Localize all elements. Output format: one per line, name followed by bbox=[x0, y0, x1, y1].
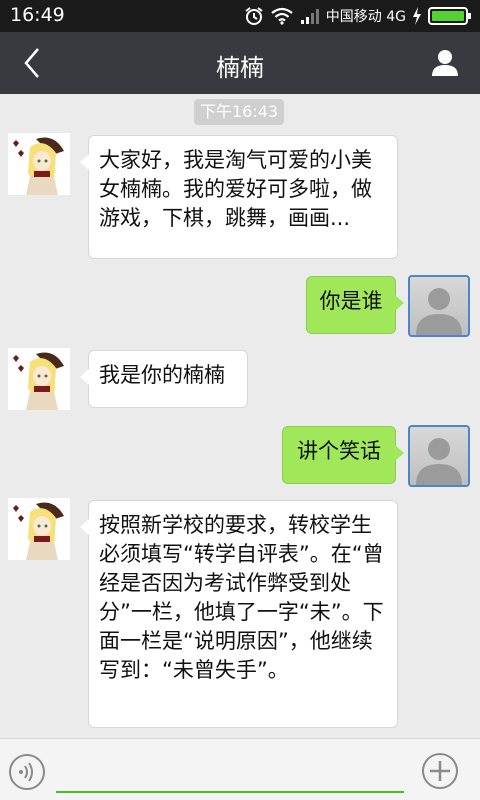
message-bubble-incoming[interactable]: 按照新学校的要求，转校学生必须填写“转学自评表”。在“曾经是否因为考试作弊受到处… bbox=[80, 500, 398, 728]
wifi-icon bbox=[271, 7, 293, 25]
anime-girl-avatar-icon bbox=[8, 133, 70, 195]
user-avatar[interactable] bbox=[408, 275, 470, 337]
profile-button[interactable] bbox=[430, 48, 460, 78]
carrier-label: 中国移动 4G bbox=[325, 9, 406, 25]
alarm-icon bbox=[245, 7, 263, 25]
status-icons: 中国移动 4G bbox=[244, 6, 472, 26]
message-bubble-incoming[interactable]: 大家好，我是淘气可爱的小美女楠楠。我的爱好可多啦，做游戏，下棋，跳舞，画画... bbox=[80, 135, 398, 259]
user-avatar[interactable] bbox=[408, 425, 470, 487]
chat-header: 楠楠 bbox=[0, 32, 480, 94]
chat-title: 楠楠 bbox=[216, 54, 264, 82]
message-bubble-outgoing[interactable]: 讲个笑话 bbox=[282, 426, 404, 484]
anime-girl-avatar-icon bbox=[8, 348, 70, 410]
default-person-avatar-icon bbox=[416, 438, 462, 485]
signal-icon bbox=[300, 9, 319, 24]
voice-button[interactable] bbox=[8, 753, 46, 791]
message-bubble-incoming[interactable]: 我是你的楠楠 bbox=[80, 350, 248, 408]
status-time: 16:49 bbox=[10, 4, 65, 26]
message-bubble-outgoing[interactable]: 你是谁 bbox=[306, 276, 404, 334]
message-input[interactable] bbox=[56, 753, 404, 793]
status-bar: 16:49 中国移动 4G bbox=[0, 0, 480, 32]
plus-icon bbox=[422, 753, 458, 789]
person-icon bbox=[432, 50, 458, 76]
contact-avatar[interactable] bbox=[8, 133, 70, 195]
chat-timestamp: 下午16:43 bbox=[194, 99, 284, 125]
default-person-avatar-icon bbox=[416, 288, 462, 335]
contact-avatar[interactable] bbox=[8, 498, 70, 560]
input-bar bbox=[0, 738, 480, 800]
charging-icon bbox=[413, 7, 421, 25]
anime-girl-avatar-icon bbox=[8, 498, 70, 560]
contact-avatar[interactable] bbox=[8, 348, 70, 410]
more-button[interactable] bbox=[420, 751, 460, 791]
battery-icon bbox=[428, 7, 471, 25]
voice-icon bbox=[9, 754, 45, 790]
